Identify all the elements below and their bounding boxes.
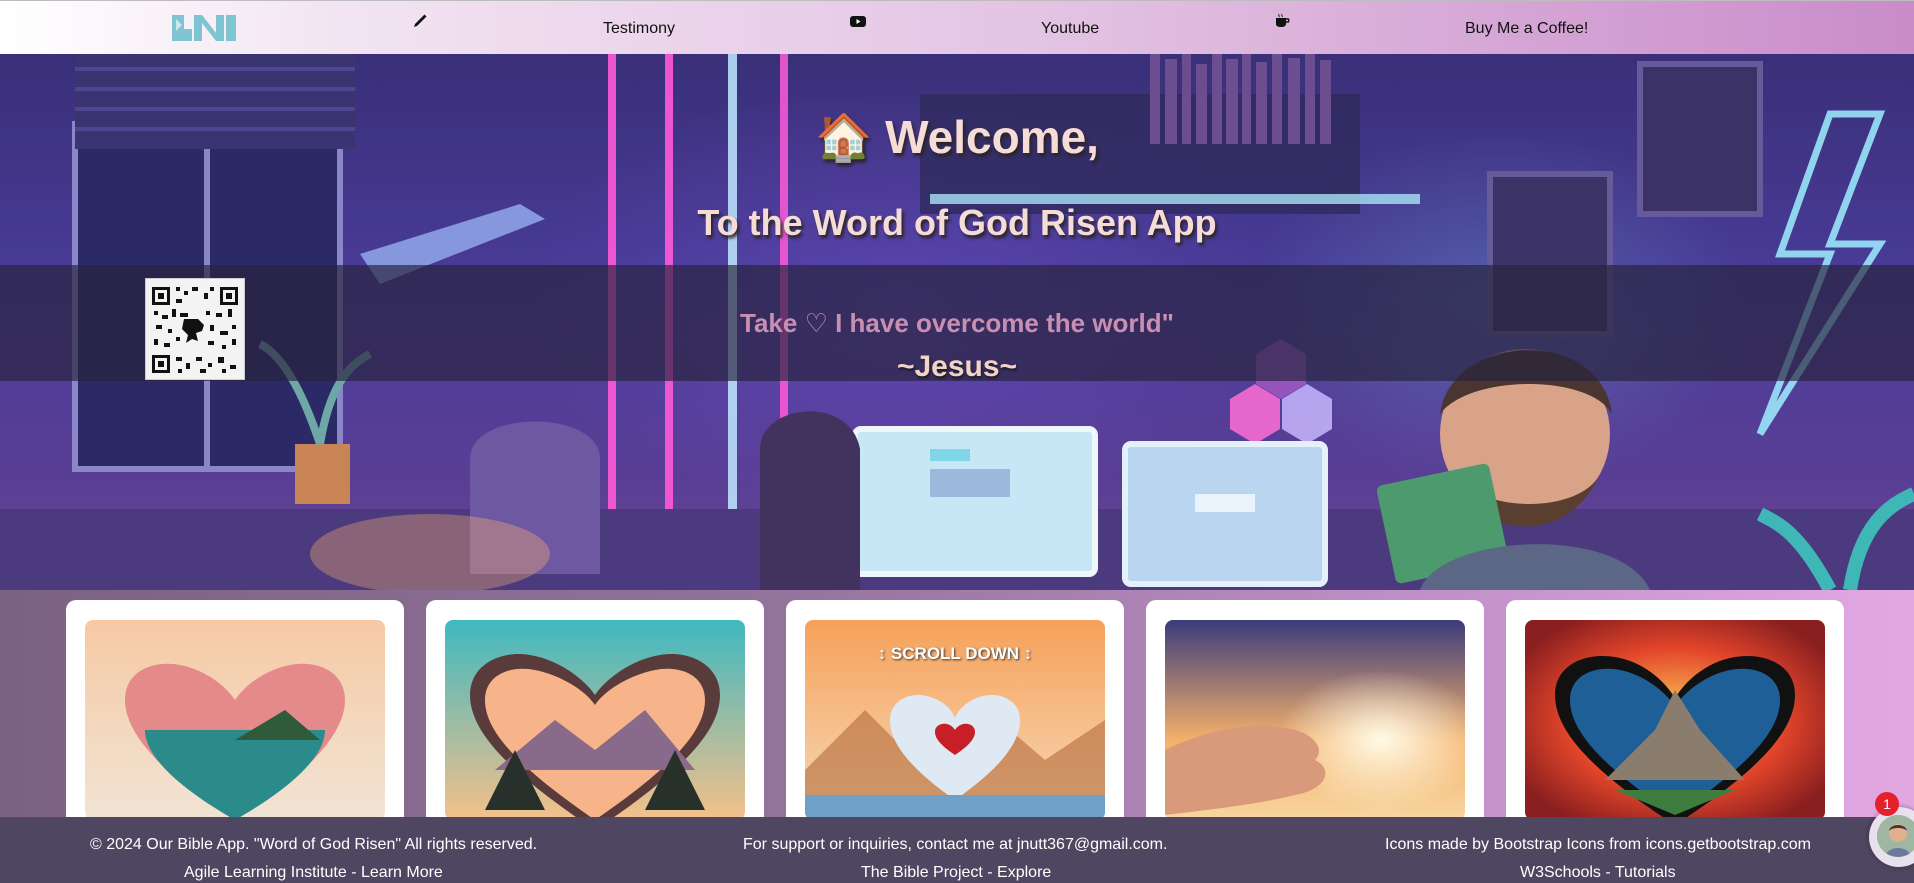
scroll-down-caption: ↕ SCROLL DOWN ↕ <box>877 644 1033 663</box>
welcome-heading: 🏠 Welcome, <box>815 111 1099 163</box>
footer-copyright: © 2024 Our Bible App. "Word of God Risen… <box>90 836 538 853</box>
jn-logo[interactable] <box>172 13 238 43</box>
cards-section: ↕ SCROLL DOWN ↕ <box>0 590 1914 830</box>
card-scroll-down[interactable]: ↕ SCROLL DOWN ↕ <box>786 600 1124 830</box>
hero-banner: 🏠 Welcome, To the Word of God Risen App <box>0 54 1914 590</box>
card-heart-mountain[interactable] <box>426 600 764 830</box>
notification-badge: 1 <box>1875 792 1899 816</box>
nav-youtube-link[interactable]: Youtube <box>1041 20 1099 38</box>
jesus-quote: Take ♡ I have overcome the world" <box>740 308 1174 338</box>
coffee-cup-icon[interactable] <box>1274 13 1290 29</box>
footer-link-bible-project[interactable]: The Bible Project - Explore <box>861 864 1051 882</box>
quote-attribution: ~Jesus~ <box>896 350 1018 383</box>
pen-icon[interactable] <box>412 13 428 29</box>
card-heart-lake[interactable] <box>66 600 404 830</box>
heart-lake-forest-image <box>85 620 385 820</box>
card-heart-fire[interactable] <box>1506 600 1844 830</box>
footer-link-agile[interactable]: Agile Learning Institute - Learn More <box>184 864 443 882</box>
page-footer: © 2024 Our Bible App. "Word of God Risen… <box>0 817 1914 883</box>
top-navbar: Testimony Youtube Buy Me a Coffee! <box>0 0 1914 54</box>
footer-link-w3schools[interactable]: W3Schools - Tutorials <box>1520 864 1676 882</box>
heart-mountain-sunset-image <box>445 620 745 820</box>
nav-testimony-link[interactable]: Testimony <box>603 20 675 38</box>
app-subtitle: To the Word of God Risen App <box>697 202 1217 243</box>
footer-icons-credit: Icons made by Bootstrap Icons from icons… <box>1385 836 1811 853</box>
nav-buy-coffee-link[interactable]: Buy Me a Coffee! <box>1465 20 1588 38</box>
footer-support-text: For support or inquiries, contact me at … <box>743 836 1168 853</box>
heart-mountain-fire-image <box>1525 620 1825 820</box>
heart-scroll-down-image: ↕ SCROLL DOWN ↕ <box>805 620 1105 820</box>
avatar[interactable] <box>1877 815 1914 857</box>
card-open-hand[interactable] <box>1146 600 1484 830</box>
open-hand-sunrise-image <box>1165 620 1465 820</box>
youtube-icon[interactable] <box>850 13 866 29</box>
